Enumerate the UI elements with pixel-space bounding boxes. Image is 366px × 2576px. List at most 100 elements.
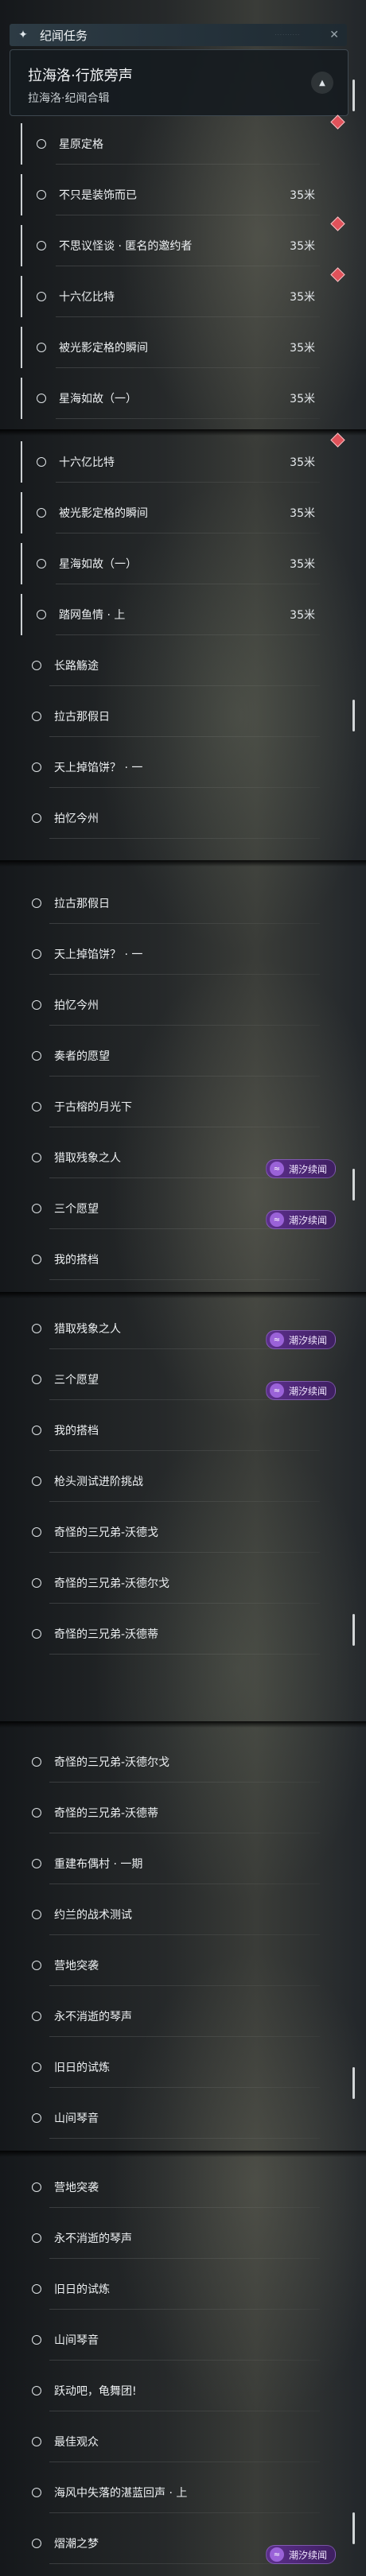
mission-row[interactable]: 旧日的试炼 — [14, 2046, 339, 2088]
segment-divider — [0, 429, 366, 436]
mission-row[interactable]: 三个愿望 ≈ 潮汐续闻 — [14, 1359, 339, 1400]
mission-label: 奇怪的三兄弟-沃德尔戈 — [54, 1756, 170, 1769]
sub-mission-row[interactable]: 不只是装饰而已 35米 — [21, 174, 339, 215]
mission-row[interactable]: 熠潮之梦 ≈ 潮汐续闻 — [14, 2523, 339, 2564]
mission-row[interactable]: 约兰的战术测试 — [14, 1894, 339, 1935]
row-separator — [49, 1501, 320, 1502]
mission-row[interactable]: 拉古那假日 — [14, 883, 339, 924]
row-separator — [49, 2258, 320, 2259]
sub-mission-row[interactable]: 被光影定格的瞬间 35米 — [21, 327, 339, 368]
mission-row[interactable]: 拍忆今州 — [14, 984, 339, 1026]
mission-row[interactable]: 三个愿望 ≈ 潮汐续闻 — [14, 1188, 339, 1229]
mission-row[interactable]: 奇怪的三兄弟-沃德蒂 — [14, 1792, 339, 1833]
status-circle-icon — [37, 508, 46, 518]
scrollbar-thumb[interactable] — [352, 2067, 355, 2099]
mission-label: 星海如故（一） — [59, 558, 137, 571]
mission-label: 山间琴音 — [54, 2334, 99, 2347]
mission-row[interactable]: 山间琴音 — [14, 2097, 339, 2139]
mission-row[interactable]: 跃动吧，龟舞团! — [14, 2370, 339, 2411]
row-separator — [49, 2360, 320, 2361]
status-circle-icon — [32, 1859, 41, 1868]
mission-row[interactable]: 山间琴音 — [14, 2319, 339, 2361]
mission-row[interactable]: 我的搭档 — [14, 1239, 339, 1280]
sub-mission-row[interactable]: 星原定格 — [21, 114, 345, 165]
mission-row[interactable]: 奇怪的三兄弟-沃德尔戈 — [14, 1562, 339, 1604]
mission-row[interactable]: 拉古那假日 — [14, 696, 339, 737]
row-separator — [49, 2512, 320, 2513]
mission-row[interactable]: 奇怪的三兄弟-沃德蒂 — [14, 1613, 339, 1655]
row-indent-line — [21, 327, 22, 368]
status-circle-icon — [37, 343, 46, 352]
badge-label: 潮汐续闻 — [288, 1214, 327, 1226]
badge-label: 潮汐续闻 — [288, 1385, 327, 1397]
mission-distance: 35米 — [290, 456, 315, 469]
close-icon[interactable]: ✕ — [329, 29, 339, 41]
sub-mission-row[interactable]: 十六亿比特 35米 — [21, 433, 345, 483]
mission-row[interactable]: 海风中失落的湛蓝回声 · 上 — [14, 2472, 339, 2513]
mission-row[interactable]: 天上掉馅饼？ · 一 — [14, 933, 339, 975]
sub-mission-row[interactable]: 被光影定格的瞬间 35米 — [21, 492, 339, 533]
mission-row[interactable]: 最佳观众 — [14, 2421, 339, 2462]
status-circle-icon — [32, 1476, 41, 1486]
mission-label: 营地突袭 — [54, 2182, 99, 2194]
scrollbar-thumb[interactable] — [352, 80, 355, 111]
mission-row[interactable]: 拍忆今州 — [14, 797, 339, 839]
badge-label: 潮汐续闻 — [288, 1163, 327, 1175]
mission-row[interactable]: 奏者的愿望 — [14, 1035, 339, 1077]
mission-row[interactable]: 猎取残象之人 ≈ 潮汐续闻 — [14, 1308, 339, 1349]
mission-row[interactable]: 天上掉馅饼？ · 一 — [14, 747, 339, 788]
mission-distance: 35米 — [290, 189, 315, 202]
row-indent-line — [21, 225, 22, 266]
row-separator — [49, 1450, 320, 1451]
mission-tab-bar: ✦ 纪闻任务 · · · · · · · · · · ✕ — [10, 24, 347, 46]
sub-mission-row[interactable]: 踏网鱼情 · 上 35米 — [21, 594, 339, 635]
row-separator — [49, 1934, 320, 1935]
collapse-button[interactable]: ▲ — [311, 72, 333, 94]
scrollbar-thumb[interactable] — [352, 1169, 355, 1201]
status-circle-icon — [32, 2233, 41, 2243]
mission-row[interactable]: 奇怪的三兄弟-沃德戈 — [14, 1511, 339, 1553]
mission-row[interactable]: 营地突袭 — [14, 2167, 339, 2208]
mission-header-card[interactable]: 拉海洛·行旅旁声 拉海洛·纪闻合辑 ▲ — [10, 49, 348, 116]
mission-row[interactable]: 我的搭档 — [14, 1410, 339, 1451]
mission-label: 被光影定格的瞬间 — [59, 342, 148, 355]
status-circle-icon — [32, 1153, 41, 1162]
row-separator — [49, 974, 320, 975]
sub-mission-row[interactable]: 星海如故（一） 35米 — [21, 378, 339, 419]
wave-icon: ≈ — [269, 1212, 284, 1227]
row-separator — [49, 1654, 320, 1655]
scrollbar-thumb[interactable] — [352, 1614, 355, 1646]
mission-row[interactable]: 营地突袭 — [14, 1945, 339, 1986]
status-circle-icon — [32, 2488, 41, 2497]
mission-row[interactable]: 奇怪的三兄弟-沃德尔戈 — [14, 1741, 339, 1783]
mission-row[interactable]: 重建布偶村 · 一期 — [14, 1843, 339, 1884]
scrollbar-thumb[interactable] — [352, 2512, 355, 2544]
sub-mission-row[interactable]: 十六亿比特 35米 — [21, 267, 345, 317]
mission-label: 旧日的试炼 — [54, 2283, 110, 2296]
row-separator — [49, 2036, 320, 2037]
mission-label: 天上掉馅饼？ · 一 — [54, 949, 143, 961]
mission-row[interactable]: 长路觞途 — [14, 645, 339, 686]
mission-row[interactable]: 猎取残象之人 ≈ 潮汐续闻 — [14, 1137, 339, 1178]
status-circle-icon — [37, 292, 46, 301]
row-indent-line — [21, 276, 22, 317]
sub-mission-row[interactable]: 星海如故（一） 35米 — [21, 543, 339, 584]
mission-label: 三个愿望 — [54, 1203, 99, 1216]
mission-label: 熠潮之梦 — [54, 2538, 99, 2551]
mission-label: 拍忆今州 — [54, 813, 99, 825]
mission-label: 永不消逝的琴声 — [54, 2233, 132, 2245]
row-separator — [49, 2138, 320, 2139]
status-circle-icon — [32, 949, 41, 959]
mission-row[interactable]: 枪头测试进阶挑战 — [14, 1461, 339, 1502]
mission-row[interactable]: 旧日的试炼 — [14, 2268, 339, 2310]
status-circle-icon — [32, 1527, 41, 1537]
status-circle-icon — [32, 2335, 41, 2345]
mission-row[interactable]: 永不消逝的琴声 — [14, 2217, 339, 2259]
status-circle-icon — [37, 394, 46, 403]
scrollbar-thumb[interactable] — [352, 700, 355, 731]
mission-label: 星海如故（一） — [59, 393, 137, 405]
mission-row[interactable]: 于古榕的月光下 — [14, 1086, 339, 1127]
mission-row[interactable]: 永不消逝的琴声 — [14, 1996, 339, 2037]
badge-label: 潮汐续闻 — [288, 2549, 327, 2561]
sub-mission-row[interactable]: 不思议怪谈 · 匿名的邀约者 35米 — [21, 216, 345, 266]
